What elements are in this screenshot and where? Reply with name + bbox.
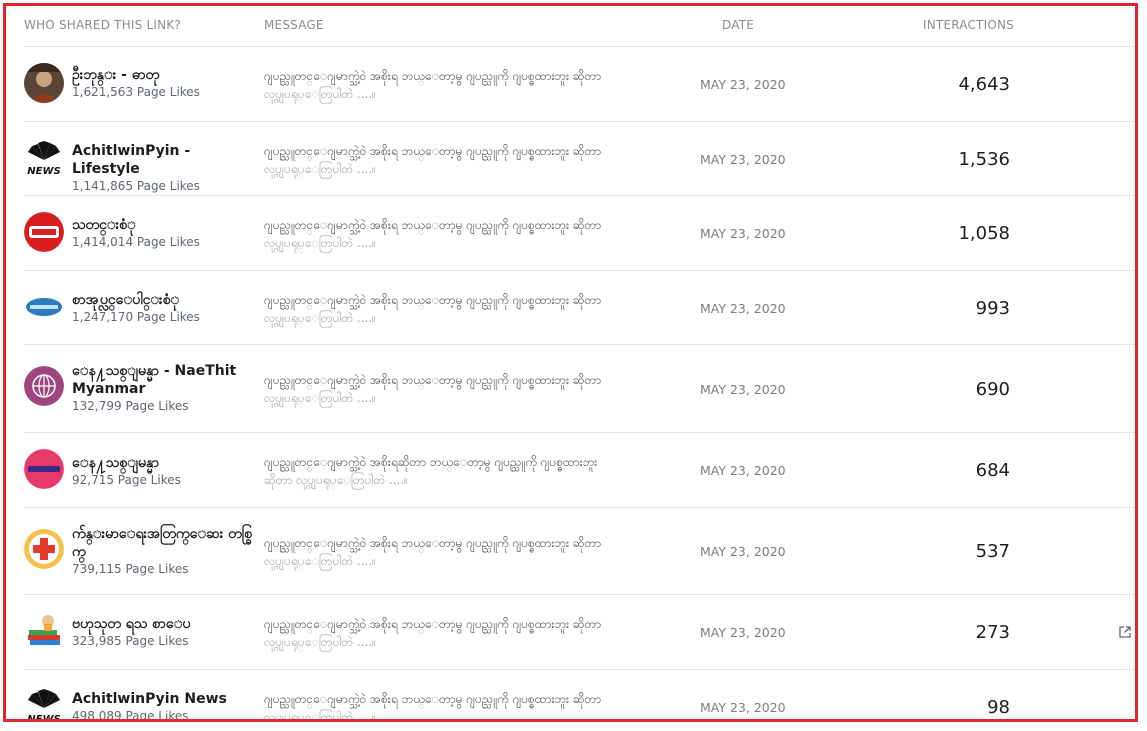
table-row[interactable]: ဦးဘုန္း - ဓာတု 1,621,563 Page Likes ဂျပည… (24, 47, 1135, 122)
interactions-count: 690 (975, 379, 1010, 400)
message-text[interactable]: ဂျပည္သူတင္ေဂျမာက္သဲ့ဝဲ အစိုးရ ဘယ္ေတာ့မွ … (264, 142, 684, 178)
message-line-1: ဂျပည္သူတင္ေဂျမာက္သဲ့ဝဲ အစိုးရ ဘယ္ေတာ့မွ … (264, 293, 602, 307)
share-date: MAY 23, 2020 (700, 152, 786, 167)
share-date: MAY 23, 2020 (700, 700, 786, 715)
table-row[interactable]: က်န္းမာေရးအတြက္ေဆး တစ္ခြက္ 739,115 Page … (24, 508, 1135, 595)
share-date: MAY 23, 2020 (700, 463, 786, 478)
share-date: MAY 23, 2020 (700, 77, 786, 92)
page-name[interactable]: က်န္းမာေရးအတြက္ေဆး တစ္ခြက္ (72, 525, 257, 561)
red-news-logo-icon[interactable] (24, 212, 64, 252)
message-line-1: ဂျပည္သူတင္ေဂျမာက္သဲ့ဝဲ အစိုးရ ဘယ္ေတာ့မွ … (264, 617, 602, 631)
column-header-date[interactable]: DATE (722, 18, 754, 32)
pink-banner-logo-icon[interactable] (24, 449, 64, 489)
interactions-count: 4,643 (958, 74, 1010, 95)
page-name[interactable]: သတင္းစံု (72, 216, 257, 234)
message-text[interactable]: ဂျပည္သူတင္ေဂျမာက္သဲ့ဝဲ အစိုးရ ဘယ္ေတာ့မွ … (264, 371, 684, 407)
shares-table: WHO SHARED THIS LINK? MESSAGE DATE INTER… (24, 6, 1135, 722)
table-row[interactable]: NEWS AchitlwinPyin News 498,089 Page Lik… (24, 670, 1135, 722)
blue-banner-logo-icon[interactable] (24, 287, 64, 327)
page-likes: 1,414,014 Page Likes (72, 235, 200, 249)
page-likes: 739,115 Page Likes (72, 562, 189, 576)
table-row[interactable]: ေန႔သစ္ျမန္မာ 92,715 Page Likes ဂျပည္သူတင… (24, 433, 1135, 508)
column-header-message[interactable]: MESSAGE (264, 18, 324, 32)
purple-globe-logo-icon[interactable] (24, 366, 64, 406)
medical-cross-logo-icon[interactable] (24, 529, 64, 569)
svg-text:NEWS: NEWS (27, 714, 60, 722)
table-row[interactable]: စာအုပ္လင္ေပါင္းစံု 1,247,170 Page Likes … (24, 271, 1135, 345)
table-row[interactable]: ဗဟုသုတ ရသ စာေပ 323,985 Page Likes ဂျပည္သ… (24, 595, 1135, 670)
message-line-2: ဆိုတာ လုပ္ဂျပရုပ္ေတြပါတဲ ....။ (264, 473, 408, 487)
page-likes: 1,141,865 Page Likes (72, 179, 200, 193)
message-text[interactable]: ဂျပည္သူတင္ေဂျမာက္သဲ့ဝဲ အစိုးရ ဘယ္ေတာ့မွ … (264, 690, 684, 722)
message-line-1: ဂျပည္သူတင္ေဂျမာက္သဲ့ဝဲ အစိုးရ ဘယ္ေတာ့မွ … (264, 69, 602, 83)
share-date: MAY 23, 2020 (700, 226, 786, 241)
page-likes: 92,715 Page Likes (72, 473, 181, 487)
message-text[interactable]: ဂျပည္သူတင္ေဂျမာက္သဲ့ဝဲ အစိုးရဆိုတာ ဘယ္ေတ… (264, 453, 684, 489)
page-likes: 1,247,170 Page Likes (72, 310, 200, 324)
message-text[interactable]: ဂျပည္သူတင္ေဂျမာက္သဲ့ဝဲ အစိုးရ ဘယ္ေတာ့မွ … (264, 534, 684, 570)
books-logo-icon[interactable] (24, 611, 64, 651)
message-line-1: ဂျပည္သူတင္ေဂျမာက္သဲ့ဝဲ အစိုးရ ဘယ္ေတာ့မွ … (264, 692, 602, 706)
message-line-2: လုပ္ဂျပရုပ္ေတြပါတဲ ....။ (264, 162, 376, 176)
message-text[interactable]: ဂျပည္သူတင္ေဂျမာက္သဲ့ဝဲ အစိုးရ ဘယ္ေတာ့မွ … (264, 216, 684, 252)
interactions-count: 537 (975, 541, 1010, 562)
column-header-who[interactable]: WHO SHARED THIS LINK? (24, 18, 181, 32)
page-likes: 498,089 Page Likes (72, 709, 189, 722)
table-row[interactable]: ေန႔သစ္ျမန္မာ - NaeThit Myanmar 132,799 P… (24, 345, 1135, 433)
message-line-2: လုပ္ဂျပရုပ္ေတြပါတဲ ....။ (264, 391, 376, 405)
column-header-interactions[interactable]: INTERACTIONS (923, 18, 1014, 32)
page-likes: 323,985 Page Likes (72, 634, 189, 648)
table-row[interactable]: NEWS AchitlwinPyin - Lifestyle 1,141,865… (24, 122, 1135, 196)
share-date: MAY 23, 2020 (700, 382, 786, 397)
interactions-count: 273 (975, 622, 1010, 643)
interactions-count: 684 (975, 460, 1010, 481)
message-line-2: လုပ္ဂျပရုပ္ေတြပါတဲ ....။ (264, 311, 376, 325)
page-name[interactable]: ဦးဘုန္း - ဓာတု (72, 66, 257, 84)
share-date: MAY 23, 2020 (700, 625, 786, 640)
message-line-1: ဂျပည္သူတင္ေဂျမာက္သဲ့ဝဲ အစိုးရ ဘယ္ေတာ့မွ … (264, 144, 602, 158)
message-line-1: ဂျပည္သူတင္ေဂျမာက္သဲ့ဝဲ အစိုးရဆိုတာ ဘယ္ေတ… (264, 455, 598, 469)
message-text[interactable]: ဂျပည္သူတင္ေဂျမာက္သဲ့ဝဲ အစိုးရ ဘယ္ေတာ့မွ … (264, 291, 684, 327)
page-name[interactable]: ေန႔သစ္ျမန္မာ (72, 454, 257, 472)
interactions-count: 98 (987, 697, 1010, 718)
share-date: MAY 23, 2020 (700, 301, 786, 316)
page-name[interactable]: AchitlwinPyin - Lifestyle (72, 142, 257, 178)
peacock-news-logo-icon[interactable]: NEWS (24, 686, 64, 722)
message-line-2: လုပ္ဂျပရုပ္ေတြပါတဲ ....။ (264, 554, 376, 568)
interactions-count: 993 (975, 298, 1010, 319)
shares-table-frame: WHO SHARED THIS LINK? MESSAGE DATE INTER… (3, 3, 1138, 722)
page-name[interactable]: AchitlwinPyin News (72, 690, 257, 708)
message-text[interactable]: ဂျပည္သူတင္ေဂျမာက္သဲ့ဝဲ အစိုးရ ဘယ္ေတာ့မွ … (264, 615, 684, 651)
page-name[interactable]: ေန႔သစ္ျမန္မာ - NaeThit Myanmar (72, 362, 257, 398)
svg-text:NEWS: NEWS (27, 166, 60, 177)
table-row[interactable]: သတင္းစံု 1,414,014 Page Likes ဂျပည္သူတင္… (24, 196, 1135, 271)
message-line-1: ဂျပည္သူတင္ေဂျမာက္သဲ့ဝဲ အစိုးရ ဘယ္ေတာ့မွ … (264, 373, 602, 387)
message-text[interactable]: ဂျပည္သူတင္ေဂျမာက္သဲ့ဝဲ အစိုးရ ဘယ္ေတာ့မွ … (264, 67, 684, 103)
message-line-1: ဂျပည္သူတင္ေဂျမာက္သဲ့ဝဲ အစိုးရ ဘယ္ေတာ့မွ … (264, 536, 602, 550)
table-header: WHO SHARED THIS LINK? MESSAGE DATE INTER… (24, 6, 1135, 47)
message-line-2: လုပ္ဂျပရုပ္ေတြပါတဲ ....။ (264, 635, 376, 649)
interactions-count: 1,058 (958, 223, 1010, 244)
message-line-1: ဂျပည္သူတင္ေဂျမာက္သဲ့ဝဲ အစိုးရ ဘယ္ေတာ့မွ … (264, 218, 602, 232)
external-link-icon[interactable] (1118, 624, 1132, 638)
interactions-count: 1,536 (958, 149, 1010, 170)
message-line-2: လုပ္ဂျပရုပ္ေတြပါတဲ ....။ (264, 87, 376, 101)
page-name[interactable]: ဗဟုသုတ ရသ စာေပ (72, 615, 257, 633)
page-name[interactable]: စာအုပ္လင္ေပါင္းစံု (72, 291, 257, 309)
page-likes: 132,799 Page Likes (72, 399, 189, 413)
message-line-2: လုပ္ဂျပရုပ္ေတြပါတဲ ....။ (264, 710, 376, 722)
message-line-2: လုပ္ဂျပရုပ္ေတြပါတဲ ....။ (264, 236, 376, 250)
monk-photo-icon[interactable] (24, 63, 64, 103)
share-date: MAY 23, 2020 (700, 544, 786, 559)
peacock-news-logo-icon[interactable]: NEWS (24, 138, 64, 178)
page-likes: 1,621,563 Page Likes (72, 85, 200, 99)
